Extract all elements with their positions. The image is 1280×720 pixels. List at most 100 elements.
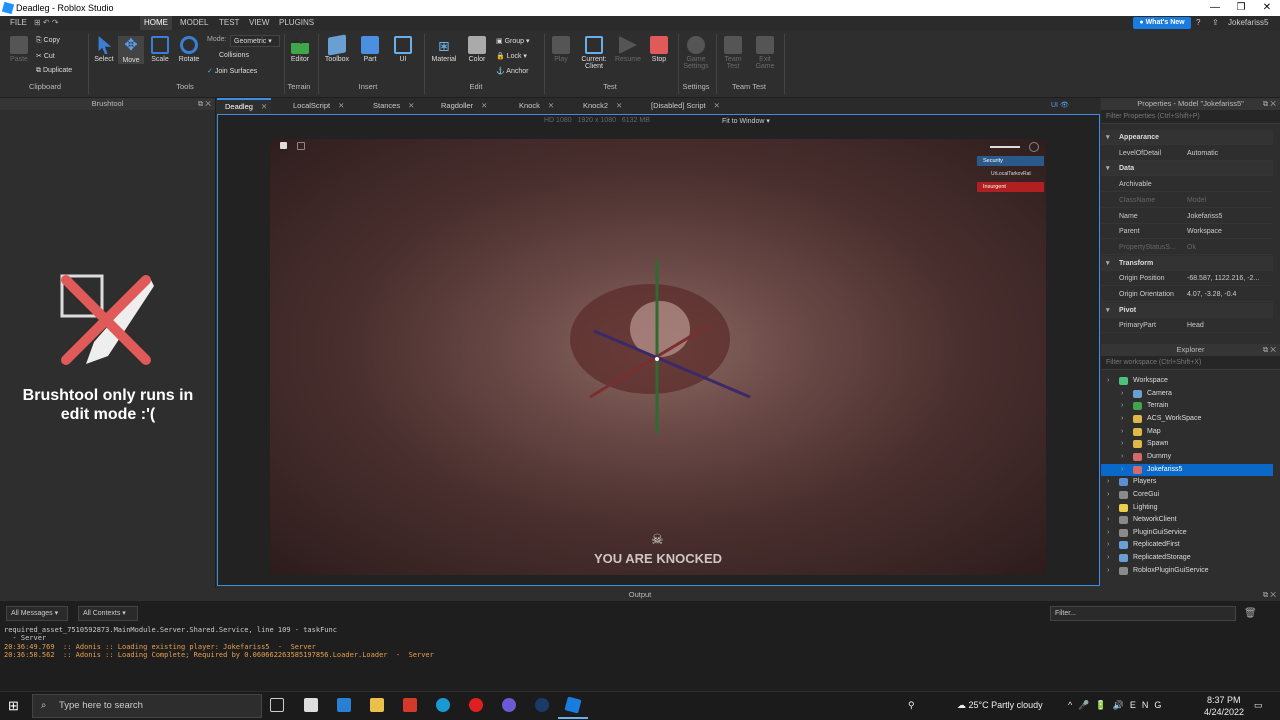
game-settings-button[interactable]: Game Settings	[680, 36, 712, 70]
current-client-button[interactable]: Current: Client	[578, 36, 610, 70]
property-row[interactable]: Name Jokefariss5	[1101, 209, 1273, 224]
share-icon[interactable]: ⇪	[1212, 18, 1219, 27]
scale-button[interactable]: Scale	[148, 36, 172, 63]
user-name[interactable]: Jokefariss5	[1228, 18, 1268, 27]
close-icon[interactable]: ✕	[481, 101, 487, 110]
chevron-right-icon[interactable]: ›	[1121, 438, 1123, 450]
explorer-filter-input[interactable]: Filter workspace (Ctrl+Shift+X)	[1101, 356, 1280, 370]
tab-deadleg[interactable]: Deadleg ✕	[217, 98, 271, 114]
close-icon[interactable]: ✕	[616, 101, 622, 110]
explorer-item[interactable]: › Terrain	[1101, 400, 1273, 412]
property-category[interactable]: Data ▾	[1101, 161, 1273, 177]
chevron-right-icon[interactable]: ›	[1107, 552, 1109, 564]
ui-toggle[interactable]: UI 👁	[1051, 101, 1069, 109]
weather-widget[interactable]: ☁ 25°C Partly cloudy	[957, 700, 1043, 711]
chevron-right-icon[interactable]: ›	[1121, 413, 1123, 425]
chevron-right-icon[interactable]: ›	[1121, 451, 1123, 463]
mode-dropdown[interactable]: Geometric ▾	[230, 35, 280, 47]
tab-ragdoller[interactable]: Ragdoller ✕	[427, 98, 497, 114]
chevron-right-icon[interactable]: ›	[1107, 527, 1109, 539]
property-row[interactable]: Origin Position -68.587, 1122.216, -2...	[1101, 271, 1273, 287]
chevron-right-icon[interactable]: ›	[1121, 464, 1123, 476]
chevron-down-icon[interactable]: ▾	[1106, 306, 1110, 314]
tab-disabled-script[interactable]: [Disabled] Script ✕	[637, 98, 727, 114]
explorer-item[interactable]: › Players	[1101, 476, 1273, 488]
explorer-item[interactable]: › Dummy	[1101, 451, 1273, 463]
toolbox-button[interactable]: Toolbox	[322, 34, 352, 63]
people-icon[interactable]: ⚲	[908, 700, 915, 711]
tab-knock[interactable]: Knock ✕	[505, 98, 563, 114]
property-category[interactable]: Transform ▾	[1101, 255, 1273, 271]
office-icon[interactable]	[403, 698, 417, 712]
taskbar-search[interactable]: ⌕ Type here to search	[32, 694, 262, 718]
system-tray-icons[interactable]: ^🎤🔋🔊ENG	[1068, 700, 1167, 711]
property-row[interactable]: LevelOfDetail Automatic	[1101, 146, 1273, 161]
stop-button[interactable]: Stop	[646, 36, 672, 63]
property-value[interactable]: Workspace	[1187, 228, 1222, 235]
menu-plugins[interactable]: PLUGINS	[279, 18, 314, 27]
explorer-item[interactable]: › RobloxPluginGuiService	[1101, 565, 1273, 577]
roblox-studio-taskbar-icon[interactable]	[564, 696, 582, 714]
anchor-button[interactable]: ⚓ Anchor	[496, 67, 528, 75]
settings-icon[interactable]	[1029, 142, 1039, 152]
clock-date[interactable]: 4/24/2022	[1204, 707, 1244, 717]
select-button[interactable]: Select	[92, 36, 116, 63]
properties-filter-input[interactable]: Filter Properties (Ctrl+Shift+P)	[1101, 110, 1280, 124]
property-row[interactable]: Archivable	[1101, 177, 1273, 193]
clock-time[interactable]: 8:37 PM	[1207, 695, 1241, 705]
tab-stances[interactable]: Stances ✕	[359, 98, 423, 114]
property-value[interactable]: Model	[1187, 197, 1206, 204]
explorer-item[interactable]: › NetworkClient	[1101, 514, 1273, 526]
explorer-item[interactable]: › Jokefariss5	[1101, 463, 1273, 476]
menu-test[interactable]: TEST	[219, 18, 239, 27]
close-icon[interactable]: ⧉ ✕	[1263, 98, 1276, 110]
chevron-right-icon[interactable]: ›	[1107, 489, 1109, 501]
property-category[interactable]: Pivot ▾	[1101, 302, 1273, 318]
team-test-button[interactable]: Team Test	[718, 36, 748, 70]
quick-access-icons[interactable]: ⊞ ↶ ↷	[34, 18, 59, 27]
chevron-right-icon[interactable]: ›	[1107, 375, 1109, 387]
close-icon[interactable]: ✕	[548, 101, 554, 110]
chat-icon[interactable]	[297, 142, 305, 150]
chevron-down-icon[interactable]: ▾	[1106, 133, 1110, 141]
close-button[interactable]: ✕	[1254, 0, 1280, 16]
chevron-right-icon[interactable]: ›	[1107, 502, 1109, 514]
move-button[interactable]: ✥ Move	[118, 36, 144, 64]
tab-localscript[interactable]: LocalScript ✕	[279, 98, 357, 114]
property-value[interactable]: 4.07, -3.28, -0.4	[1187, 291, 1236, 298]
all-messages-dropdown[interactable]: All Messages ▾	[6, 606, 68, 621]
chevron-right-icon[interactable]: ›	[1121, 400, 1123, 412]
close-icon[interactable]: ⧉ ✕	[198, 98, 211, 110]
paste-button[interactable]: Paste	[6, 36, 32, 63]
explorer-item[interactable]: › ReplicatedFirst	[1101, 539, 1273, 551]
explorer-item[interactable]: › Spawn	[1101, 438, 1273, 450]
store-icon[interactable]	[304, 698, 318, 712]
explorer-item[interactable]: › CoreGui	[1101, 489, 1273, 501]
close-icon[interactable]: ⧉ ✕	[1263, 589, 1276, 601]
windows-start-icon[interactable]: ⊞	[8, 699, 22, 713]
lock-button[interactable]: 🔒 Lock ▾	[496, 52, 527, 60]
explorer-item[interactable]: › Camera	[1101, 388, 1273, 400]
chevron-right-icon[interactable]: ›	[1107, 514, 1109, 526]
collisions-toggle[interactable]: Collisions	[219, 52, 249, 59]
terrain-editor-button[interactable]: Editor	[287, 36, 313, 63]
ui-button[interactable]: UI	[391, 36, 415, 63]
close-icon[interactable]: ✕	[408, 101, 414, 110]
chevron-right-icon[interactable]: ›	[1107, 476, 1109, 488]
trash-icon[interactable]: 🗑	[1244, 608, 1257, 619]
property-row[interactable]: Parent Workspace	[1101, 224, 1273, 240]
fit-to-window-dropdown[interactable]: Fit to Window ▾	[722, 117, 770, 125]
color-button[interactable]: Color	[464, 36, 490, 63]
explorer-item[interactable]: › PluginGuiService	[1101, 527, 1273, 539]
part-button[interactable]: Part	[357, 36, 383, 63]
help-icon[interactable]: ?	[1196, 18, 1200, 27]
menu-view[interactable]: VIEW	[249, 18, 269, 27]
chevron-right-icon[interactable]: ›	[1121, 388, 1123, 400]
material-button[interactable]: ⧆ Material	[428, 36, 460, 63]
explorer-item[interactable]: › ACS_WorkSpace	[1101, 413, 1273, 425]
exit-game-button[interactable]: Exit Game	[750, 36, 780, 70]
close-icon[interactable]: ✕	[714, 101, 720, 110]
whats-new-button[interactable]: ● What's New	[1133, 17, 1191, 29]
property-value[interactable]: Jokefariss5	[1187, 213, 1222, 220]
chevron-right-icon[interactable]: ›	[1121, 426, 1123, 438]
